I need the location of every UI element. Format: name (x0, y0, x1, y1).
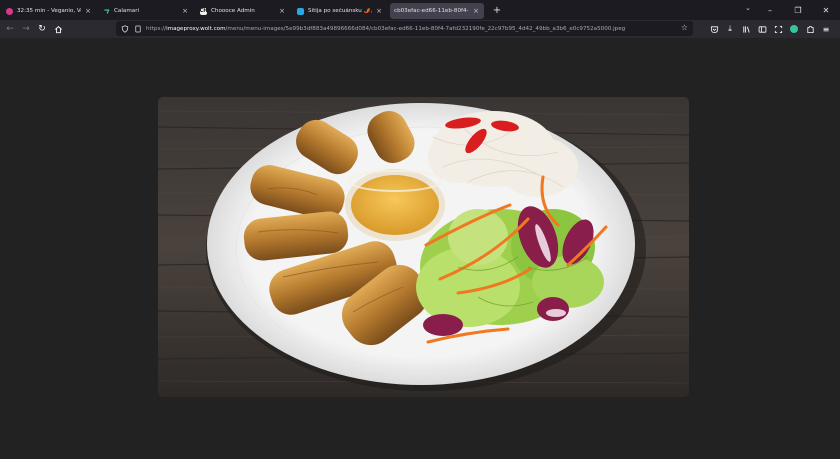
close-icon[interactable]: × (375, 7, 383, 15)
extensions-icon[interactable] (802, 21, 818, 37)
url-bar[interactable]: https://imageproxy.wolt.com/menu/menu-im… (116, 21, 693, 36)
close-icon[interactable]: × (472, 7, 480, 15)
url-text[interactable]: https://imageproxy.wolt.com/menu/menu-im… (146, 26, 676, 32)
tab-title: cb03efac-ed66-11eb-80f4-7afd2 (394, 8, 469, 14)
downloads-icon[interactable]: ⤓ (722, 21, 738, 37)
teal-c-icon (103, 8, 110, 15)
page-icon[interactable] (133, 24, 143, 34)
menu-icon[interactable]: ≡ (818, 21, 834, 37)
account-avatar-icon[interactable] (786, 21, 802, 37)
tab-strip: 32:35 min - Veganio, Veganio - × Calamar… (0, 0, 840, 20)
close-icon[interactable]: × (278, 7, 286, 15)
tab-wolt-sitija[interactable]: Sitija po sečuánsku 🌶️🌶️🌶️ (1... × (293, 3, 387, 19)
back-icon[interactable]: ← (2, 21, 18, 37)
tab-veganio[interactable]: 32:35 min - Veganio, Veganio - × (2, 3, 96, 19)
wolt-icon (297, 7, 304, 15)
tab-choooce-admin[interactable]: CH Choooce Admin × (196, 3, 290, 19)
close-icon[interactable]: × (84, 7, 92, 15)
tab-title: Sitija po sečuánsku 🌶️🌶️🌶️ (1... (308, 8, 372, 14)
sidebar-icon[interactable] (754, 21, 770, 37)
forward-icon[interactable]: → (18, 21, 34, 37)
pink-circle-icon (6, 7, 13, 15)
toolbar-right: ⤓ ≡ (706, 20, 834, 38)
list-all-tabs-icon[interactable]: ⌄ (745, 4, 751, 12)
tab-title: Calamari (114, 8, 140, 14)
minimize-icon[interactable]: – (756, 6, 784, 15)
new-tab-button[interactable]: + (492, 5, 502, 16)
pocket-icon[interactable] (706, 21, 722, 37)
tab-title: 32:35 min - Veganio, Veganio - (17, 8, 81, 14)
home-icon[interactable] (50, 21, 66, 37)
screenshot-icon[interactable] (770, 21, 786, 37)
image-viewer (0, 38, 840, 459)
close-icon[interactable]: × (181, 7, 189, 15)
tab-calamari[interactable]: Calamari × (99, 3, 193, 19)
tab-title: Choooce Admin (211, 8, 255, 14)
window-controls: – ❐ ✕ (756, 0, 840, 20)
reload-icon[interactable]: ↻ (34, 21, 50, 37)
library-icon[interactable] (738, 21, 754, 37)
food-image[interactable] (158, 97, 689, 397)
choooce-icon: CH (199, 7, 208, 15)
shield-icon[interactable] (120, 24, 130, 34)
close-window-icon[interactable]: ✕ (812, 6, 840, 15)
bookmark-star-icon[interactable]: ☆ (681, 23, 688, 32)
tab-image-active[interactable]: cb03efac-ed66-11eb-80f4-7afd2 × (390, 3, 484, 19)
restore-icon[interactable]: ❐ (784, 6, 812, 15)
